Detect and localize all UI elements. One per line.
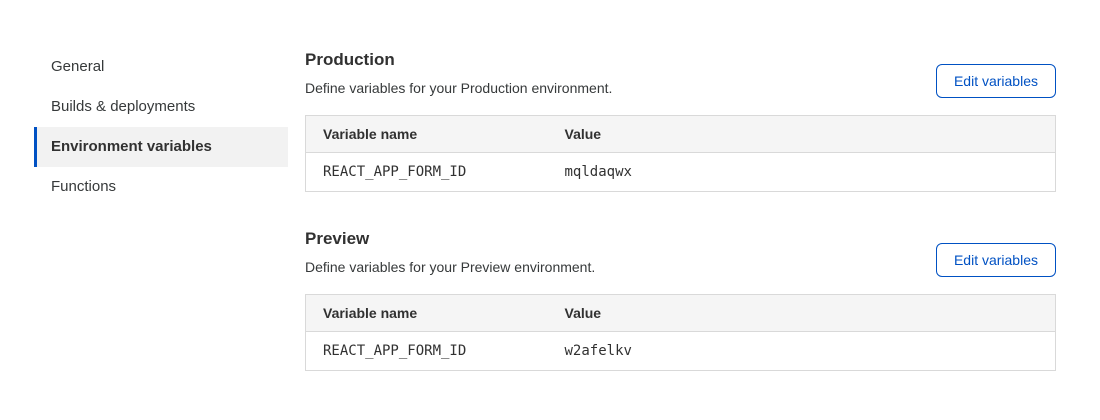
column-header-value: Value [548, 295, 1056, 332]
table-header-row: Variable name Value [306, 295, 1056, 332]
preview-section-header: Preview Define variables for your Previe… [305, 229, 1056, 275]
column-header-value: Value [548, 116, 1056, 153]
sidebar-item-label: Builds & deployments [51, 98, 195, 115]
production-title: Production [305, 50, 612, 70]
preview-title: Preview [305, 229, 595, 249]
sidebar-item-label: Environment variables [51, 138, 212, 155]
sidebar-item-builds-deployments[interactable]: Builds & deployments [34, 87, 288, 127]
production-description: Define variables for your Production env… [305, 80, 612, 96]
settings-content: Production Define variables for your Pro… [305, 0, 1056, 420]
table-row: REACT_APP_FORM_ID mqldaqwx [306, 153, 1056, 192]
variable-value-cell: mqldaqwx [548, 153, 1056, 192]
variable-name-cell: REACT_APP_FORM_ID [306, 332, 548, 371]
preview-variables-table: Variable name Value REACT_APP_FORM_ID w2… [305, 294, 1056, 371]
sidebar-item-environment-variables[interactable]: Environment variables [34, 127, 288, 167]
edit-variables-button-production[interactable]: Edit variables [936, 64, 1056, 98]
production-variables-table: Variable name Value REACT_APP_FORM_ID mq… [305, 115, 1056, 192]
production-section-header: Production Define variables for your Pro… [305, 50, 1056, 96]
variable-value-cell: w2afelkv [548, 332, 1056, 371]
sidebar-item-general[interactable]: General [34, 47, 288, 87]
preview-section: Preview Define variables for your Previe… [305, 229, 1056, 371]
table-header-row: Variable name Value [306, 116, 1056, 153]
settings-sidebar: General Builds & deployments Environment… [34, 0, 288, 420]
sidebar-item-label: Functions [51, 178, 116, 195]
sidebar-item-functions[interactable]: Functions [34, 167, 288, 207]
environment-variables-settings-page: General Builds & deployments Environment… [0, 0, 1100, 420]
production-section: Production Define variables for your Pro… [305, 50, 1056, 192]
column-header-variable-name: Variable name [306, 295, 548, 332]
sidebar-item-label: General [51, 58, 104, 75]
table-row: REACT_APP_FORM_ID w2afelkv [306, 332, 1056, 371]
column-header-variable-name: Variable name [306, 116, 548, 153]
edit-variables-button-preview[interactable]: Edit variables [936, 243, 1056, 277]
variable-name-cell: REACT_APP_FORM_ID [306, 153, 548, 192]
preview-description: Define variables for your Preview enviro… [305, 259, 595, 275]
